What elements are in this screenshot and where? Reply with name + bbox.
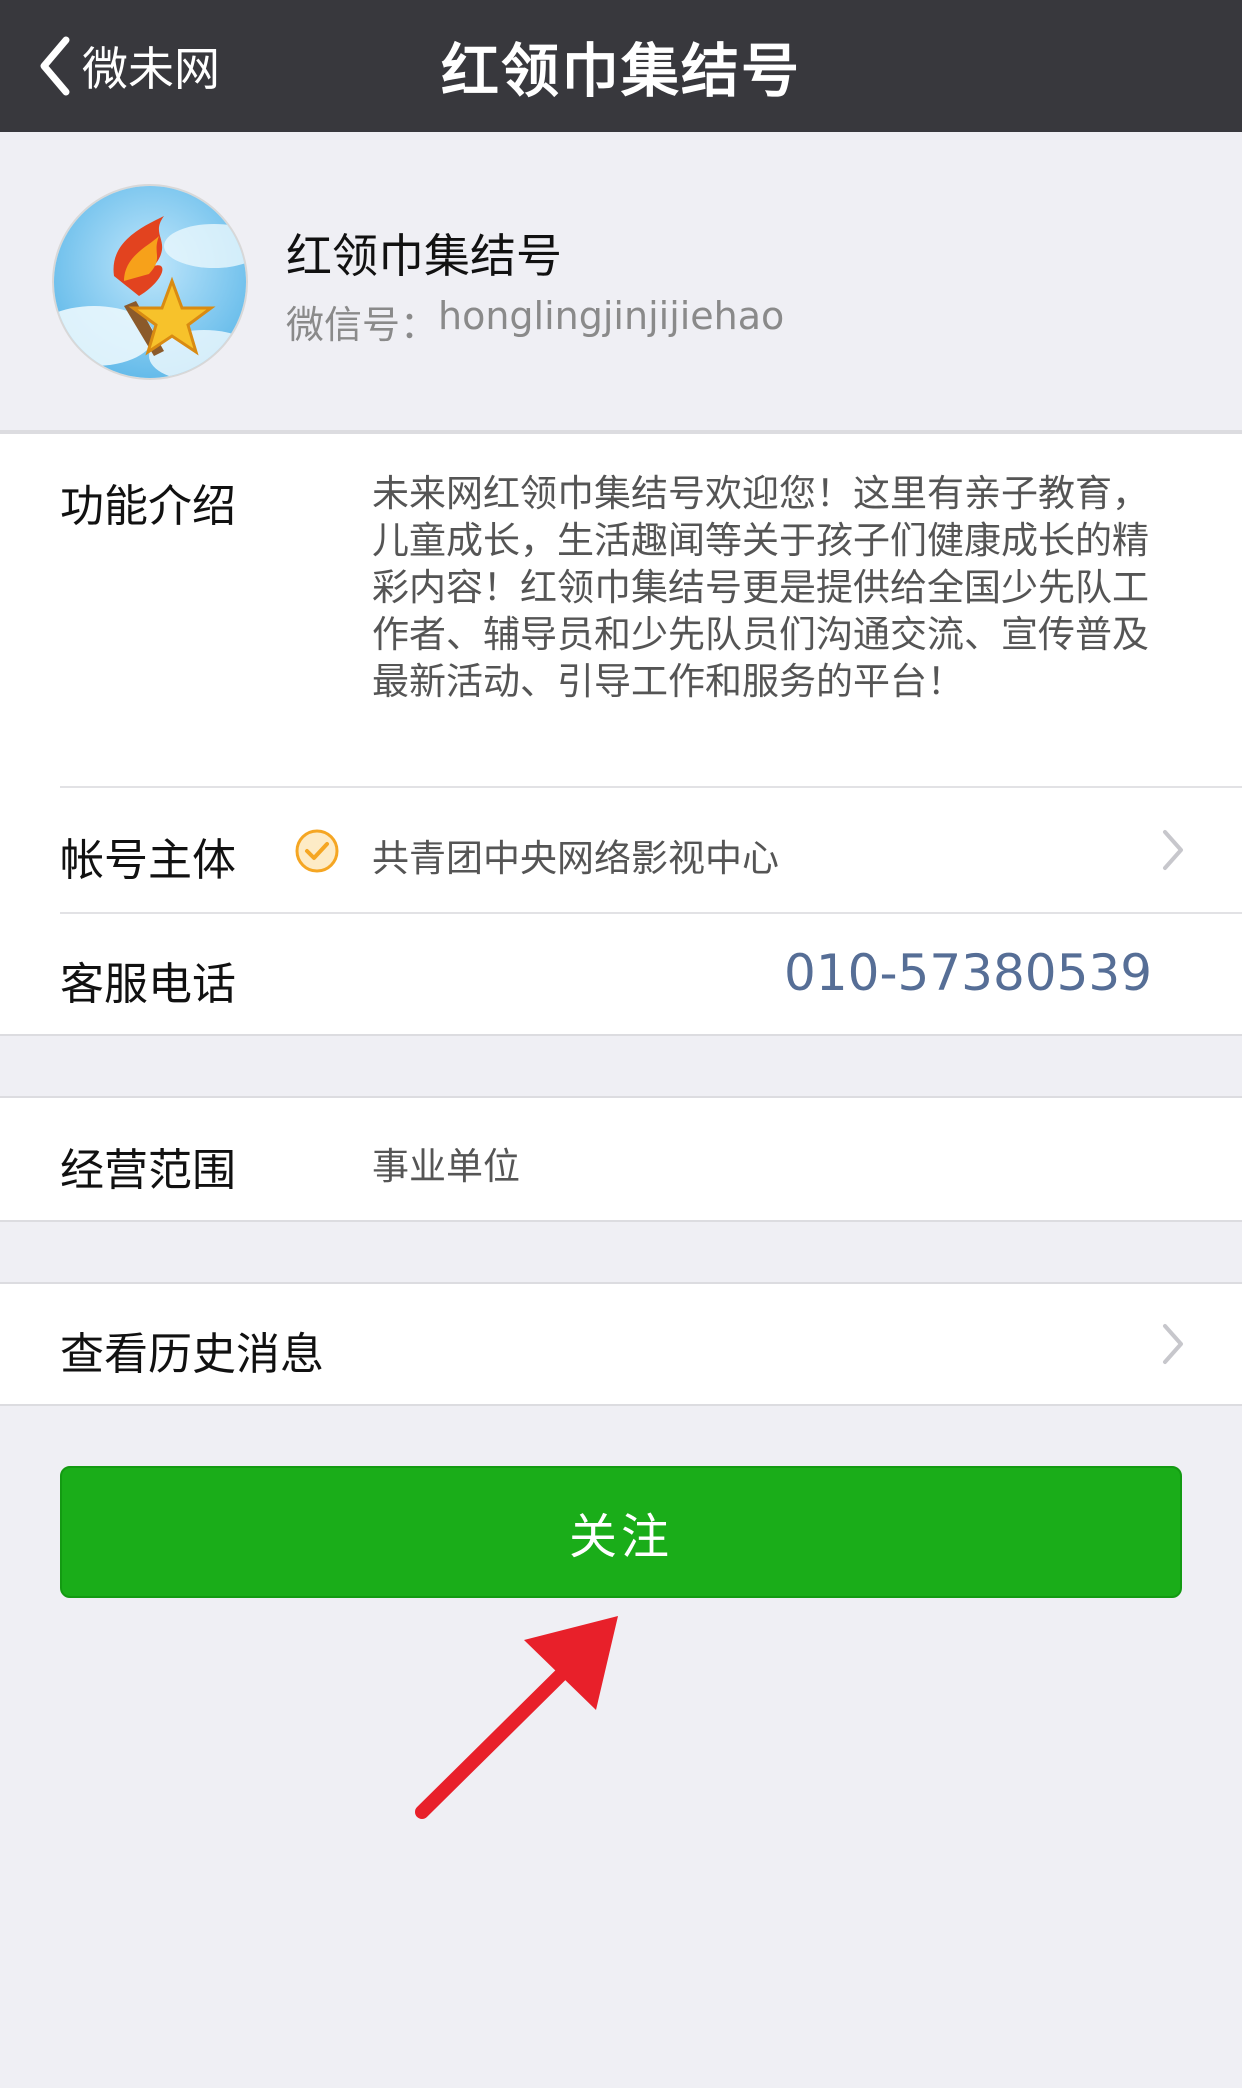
- wechat-id-line: 微信号： honglingjinjijiehao: [286, 294, 784, 349]
- red-arrow-annotation: [415, 1616, 618, 1819]
- chevron-right-icon: [1163, 830, 1183, 870]
- business-label: 经营范围: [60, 1145, 236, 1196]
- owner-label: 帐号主体: [60, 835, 236, 886]
- back-label: 微未网: [82, 42, 220, 96]
- phone-link[interactable]: 010-57380539: [784, 944, 1152, 1002]
- intro-label: 功能介绍: [60, 481, 236, 532]
- intro-text: 未来网红领巾集结号欢迎您！这里有亲子教育，儿童成长，生活趣闻等关于孩子们健康成长…: [372, 472, 1149, 703]
- wechat-id-label: 微信号：: [286, 303, 439, 347]
- history-section[interactable]: 查看历史消息: [0, 1282, 1242, 1406]
- torch-star-logo: [54, 186, 246, 378]
- phone-row: 客服电话 010-57380539: [0, 914, 1242, 1036]
- wechat-id-value: honglingjinjijiehao: [438, 294, 785, 338]
- chevron-right-icon: [1163, 1324, 1183, 1364]
- business-value: 事业单位: [372, 1145, 520, 1188]
- profile-header: 红领巾集结号 微信号： honglingjinjijiehao: [0, 132, 1242, 432]
- chevron-left-icon: [40, 36, 70, 96]
- owner-value: 共青团中央网络影视中心: [372, 837, 779, 880]
- info-section: 功能介绍 未来网红领巾集结号欢迎您！这里有亲子教育，儿童成长，生活趣闻等关于孩子…: [0, 432, 1242, 1036]
- business-section: 经营范围 事业单位: [0, 1096, 1242, 1222]
- history-label: 查看历史消息: [60, 1329, 324, 1380]
- account-name: 红领巾集结号: [286, 229, 562, 283]
- intro-row: 功能介绍 未来网红领巾集结号欢迎您！这里有亲子教育，儿童成长，生活趣闻等关于孩子…: [0, 434, 1242, 786]
- owner-row[interactable]: 帐号主体 共青团中央网络影视中心: [0, 788, 1242, 912]
- phone-label: 客服电话: [60, 959, 236, 1010]
- verified-check-icon: [295, 829, 339, 873]
- navigation-bar: 微未网 红领巾集结号: [0, 0, 1242, 132]
- avatar[interactable]: [52, 184, 248, 380]
- follow-button[interactable]: 关注: [60, 1466, 1182, 1598]
- back-button[interactable]: 微未网: [36, 0, 220, 132]
